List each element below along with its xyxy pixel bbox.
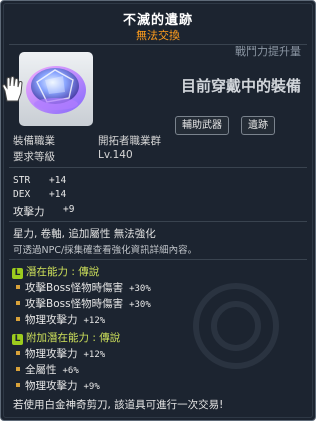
- scissors-trade-note: 若使用白金神奇剪刀, 該道具可進行一次交易!: [13, 399, 224, 411]
- item-tooltip: 不滅的遺跡 無法交換 戰鬥力提升量 目前穿戴中的裝備 輔助武器 遺跡 裝備職業 …: [0, 0, 316, 421]
- info-level-key: 要求等級: [13, 151, 55, 163]
- info-job-key: 裝備職業: [13, 135, 55, 147]
- bullet-icon: [16, 317, 20, 321]
- bonus-line-value: +6%: [62, 366, 79, 376]
- potential-header: L 潛在能力 : 傳說: [12, 264, 100, 279]
- item-icon-frame: [19, 52, 93, 126]
- bullet-icon: [16, 285, 20, 289]
- power-increase-label: 戰鬥力提升量: [235, 45, 301, 58]
- stat-dex-value: +14: [49, 189, 67, 200]
- info-level-value: Lv.140: [98, 149, 133, 161]
- bonus-potential-line: 全屬性 +6%: [16, 362, 79, 377]
- enhance-note: 可透過NPC/採集確查看強化資訊詳細內容。: [13, 245, 198, 256]
- potential-line-value: +30%: [129, 300, 151, 310]
- stat-attack-name: 攻擊力: [13, 206, 45, 218]
- divider-stats: [9, 167, 307, 168]
- legendary-badge-icon: L: [12, 268, 23, 279]
- bonus-potential-line: 物理攻擊力 +9%: [16, 378, 100, 393]
- potential-line-text: 攻擊Boss怪物時傷害: [25, 298, 124, 310]
- potential-line-text: 攻擊Boss怪物時傷害: [25, 282, 124, 294]
- bonus-line-text: 全屬性: [25, 364, 57, 376]
- item-name: 不滅的遺跡: [122, 13, 193, 28]
- bonus-line-value: +12%: [83, 350, 106, 360]
- stat-attack-value: +9: [63, 204, 75, 215]
- enhance-restriction: 星力, 卷軸, 追加屬性 無法強化: [13, 228, 156, 240]
- bonus-line-text: 物理攻擊力: [25, 380, 78, 392]
- divider-potential: [9, 259, 307, 260]
- stat-dex: DEX +14: [13, 189, 66, 200]
- bullet-icon: [16, 301, 20, 305]
- stat-str: STR +14: [13, 175, 66, 186]
- potential-line-value: +12%: [83, 316, 106, 326]
- potential-header-text: 潛在能力 : 傳說: [26, 266, 100, 278]
- emblem-watermark-icon: [193, 283, 279, 369]
- divider-desc: [9, 221, 307, 222]
- bullet-icon: [16, 383, 20, 387]
- info-job-value: 開拓者職業群: [98, 135, 161, 147]
- legendary-badge-icon: L: [12, 334, 23, 345]
- stat-str-name: STR: [13, 175, 31, 186]
- equipped-status: 目前穿戴中的裝備: [180, 77, 301, 95]
- bonus-potential-header: L 附加潛在能力 : 傳說: [12, 330, 121, 345]
- potential-line-text: 物理攻擊力: [25, 314, 78, 326]
- bonus-line-value: +9%: [83, 382, 100, 392]
- bonus-potential-header-text: 附加潛在能力 : 傳說: [26, 332, 121, 344]
- tag-secondary-weapon: 輔助武器: [175, 116, 229, 135]
- potential-line-value: +30%: [129, 284, 151, 294]
- potential-line: 攻擊Boss怪物時傷害 +30%: [16, 296, 151, 311]
- trade-status: 無法交換: [136, 29, 180, 42]
- bullet-icon: [16, 351, 20, 355]
- bonus-potential-line: 物理攻擊力 +12%: [16, 346, 105, 361]
- potential-line: 攻擊Boss怪物時傷害 +30%: [16, 280, 151, 295]
- hand-cursor-icon: [2, 76, 23, 102]
- tag-relic: 遺跡: [241, 116, 275, 135]
- bullet-icon: [16, 367, 20, 371]
- potential-line: 物理攻擊力 +12%: [16, 312, 105, 327]
- relic-gem-icon: [26, 66, 86, 114]
- stat-str-value: +14: [49, 175, 67, 186]
- bonus-line-text: 物理攻擊力: [25, 348, 78, 360]
- stat-dex-name: DEX: [13, 189, 31, 200]
